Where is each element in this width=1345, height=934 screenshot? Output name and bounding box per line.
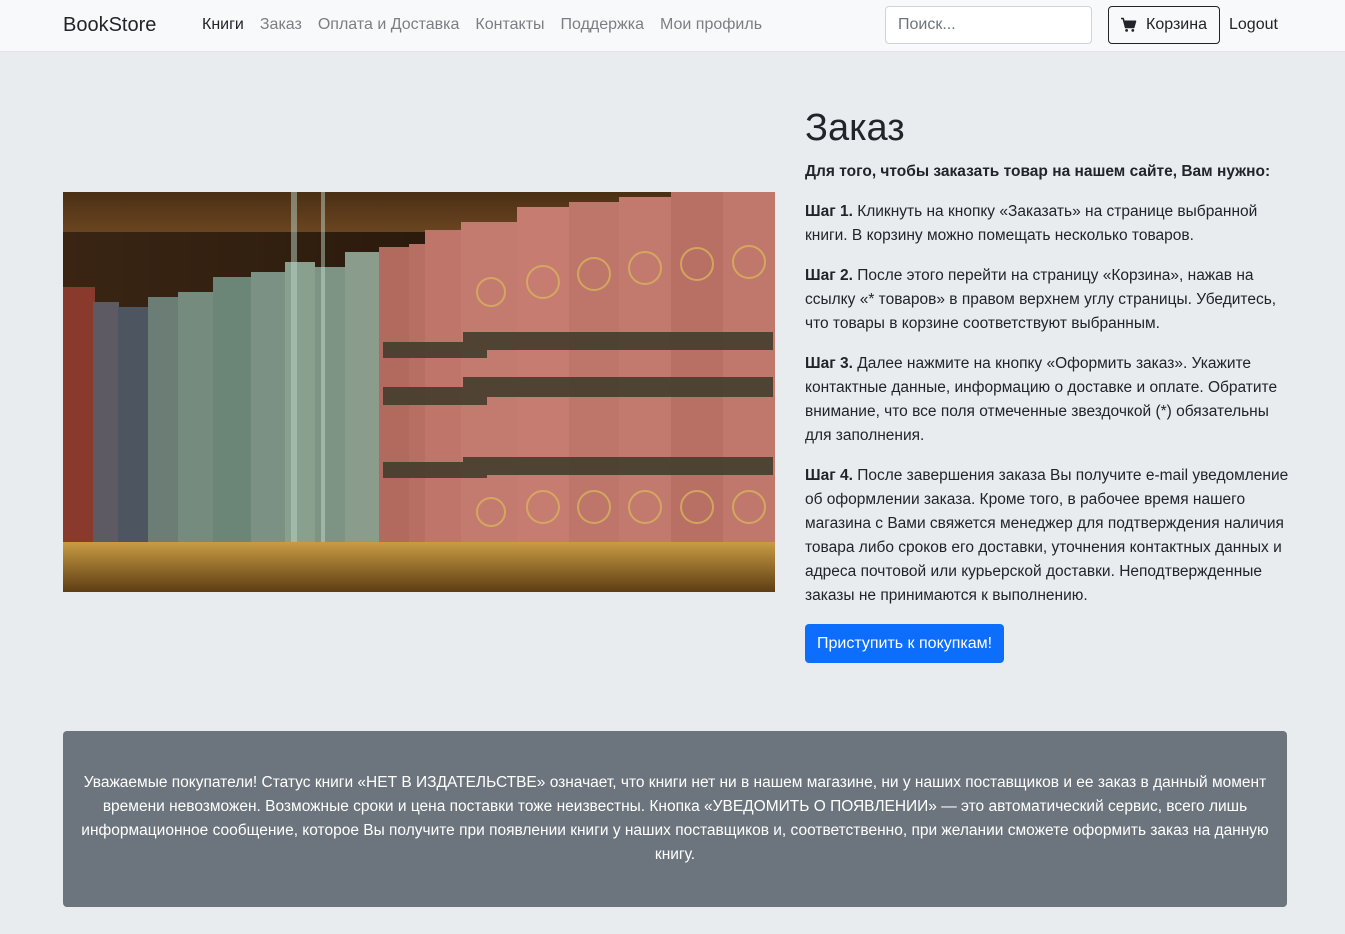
- navbar: BookStore Книги Заказ Оплата и Доставка …: [0, 0, 1345, 52]
- brand-link[interactable]: BookStore: [63, 14, 156, 37]
- nav-link-profile[interactable]: Мои профиль: [660, 16, 762, 34]
- step-label: Шаг 3.: [805, 355, 853, 372]
- step-2: Шаг 2. После этого перейти на страницу «…: [805, 264, 1290, 336]
- step-text: После завершения заказа Вы получите e-ma…: [805, 467, 1289, 604]
- step-text: Кликнуть на кнопку «Заказать» на страниц…: [805, 203, 1258, 244]
- logout-link[interactable]: Logout: [1229, 16, 1278, 34]
- step-text: После этого перейти на страницу «Корзина…: [805, 267, 1277, 332]
- start-shopping-button[interactable]: Приступить к покупкам!: [805, 624, 1005, 663]
- cart-button[interactable]: Корзина: [1108, 6, 1220, 44]
- step-label: Шаг 2.: [805, 267, 853, 284]
- step-text: Далее нажмите на кнопку «Оформить заказ»…: [805, 355, 1278, 444]
- bookshelf-photo: [63, 192, 775, 592]
- page-title: Заказ: [805, 107, 905, 149]
- step-3: Шаг 3. Далее нажмите на кнопку «Оформить…: [805, 352, 1290, 448]
- order-content: Заказ Для того, чтобы заказать товар на …: [805, 104, 1290, 663]
- cart-icon: [1121, 17, 1137, 32]
- nav-link-contacts[interactable]: Контакты: [475, 16, 544, 34]
- nav-link-order[interactable]: Заказ: [260, 16, 302, 34]
- search-input[interactable]: [885, 6, 1092, 44]
- nav-link-payment-delivery[interactable]: Оплата и Доставка: [318, 16, 460, 34]
- nav-links: Книги Заказ Оплата и Доставка Контакты П…: [202, 16, 778, 34]
- step-4: Шаг 4. После завершения заказа Вы получи…: [805, 464, 1290, 608]
- info-text: Уважаемые покупатели! Статус книги «НЕТ …: [81, 774, 1269, 863]
- step-label: Шаг 1.: [805, 203, 853, 220]
- nav-link-support[interactable]: Поддержка: [561, 16, 644, 34]
- cart-label: Корзина: [1146, 16, 1207, 33]
- step-label: Шаг 4.: [805, 467, 853, 484]
- info-notice: Уважаемые покупатели! Статус книги «НЕТ …: [63, 731, 1287, 907]
- step-1: Шаг 1. Кликнуть на кнопку «Заказать» на …: [805, 200, 1290, 248]
- nav-link-books[interactable]: Книги: [202, 16, 244, 34]
- order-lead: Для того, чтобы заказать товар на нашем …: [805, 163, 1271, 180]
